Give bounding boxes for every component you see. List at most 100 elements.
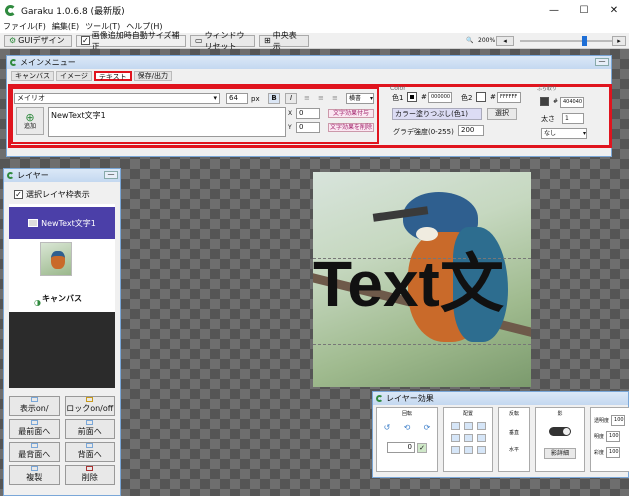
app-logo-icon [5, 4, 16, 16]
canvas-layer-icon: ◑ [34, 298, 41, 307]
align-bottom-right-icon[interactable] [476, 446, 486, 454]
bring-to-front-button[interactable]: 最前面へ [9, 419, 60, 439]
align-left-icon[interactable]: ≡ [304, 94, 310, 102]
flip-vertical-button[interactable]: 垂直 [499, 429, 529, 436]
tab-text[interactable]: テキスト [93, 71, 132, 81]
align-center-icon[interactable]: ≡ [318, 94, 324, 102]
color-section-label: Color [390, 85, 406, 92]
rotate-reset-icon[interactable]: ↺ [384, 423, 391, 432]
show-frame-checkbox[interactable]: ✓ [14, 190, 23, 199]
align-top-left-icon[interactable] [450, 422, 460, 430]
window-titlebar: Garaku 1.0.6.8 (最新版) — ☐ ✕ [0, 0, 629, 20]
gradient-strength-input[interactable]: 200 [458, 125, 484, 136]
add-icon: ⊕ [25, 110, 35, 124]
apply-rotate-button[interactable]: ✓ [417, 442, 427, 453]
color1-label: 色1 [392, 94, 404, 102]
fill-mode-field[interactable]: カラー塗りつぶし(色1) [392, 108, 482, 120]
opacity-input[interactable]: 100 [611, 415, 626, 426]
maximize-button[interactable]: ☐ [569, 0, 599, 20]
y-position-input[interactable]: 0 [296, 122, 320, 133]
rotate-angle-input[interactable]: 0 [387, 442, 415, 453]
tab-save-export[interactable]: 保存/出力 [133, 71, 173, 81]
thickness-input[interactable]: 1 [562, 113, 584, 124]
hash-icon: # [421, 93, 427, 101]
add-text-effect-button[interactable]: 文字効果付与 [328, 109, 374, 118]
minimize-button[interactable]: — [539, 0, 569, 20]
center-icon: ⊞ [264, 36, 271, 45]
align-top-icon[interactable] [463, 422, 473, 430]
send-backward-button[interactable]: 背面へ [64, 442, 115, 462]
center-view-button[interactable]: ⊞ 中央表示 [259, 31, 309, 51]
menu-file[interactable]: ファイル(F) [3, 21, 46, 32]
shadow-detail-button[interactable]: 影詳細 [544, 448, 576, 459]
canvas-image[interactable]: Text文 [313, 172, 531, 387]
shadow-toggle[interactable] [549, 427, 571, 436]
layer-effect-titlebar[interactable]: レイヤー効果 [373, 392, 628, 405]
minimize-panel-button[interactable]: — [595, 58, 609, 66]
show-frame-toggle[interactable]: ✓ 選択レイヤ枠表示 [4, 182, 120, 202]
app-logo-icon [376, 395, 383, 402]
italic-button[interactable]: I [285, 93, 297, 104]
align-top-right-icon[interactable] [476, 422, 486, 430]
font-select[interactable]: メイリオ ▾ [14, 93, 220, 104]
color1-hex-input[interactable]: 000000 [428, 92, 452, 103]
auto-resize-checkbox[interactable]: ✓ [81, 36, 90, 45]
chevron-down-icon: ▾ [213, 94, 217, 102]
font-size-unit: px [251, 95, 260, 103]
eye-icon [30, 397, 38, 402]
bring-forward-button[interactable]: 前面へ [64, 419, 115, 439]
writing-direction-select[interactable]: 横書 ▾ [346, 93, 374, 104]
opacity-label: 透明度 [594, 418, 610, 424]
auto-resize-toggle[interactable]: ✓ 画像追加時自動サイズ補正 [76, 31, 186, 51]
bird-throat-shape [416, 227, 438, 241]
x-position-input[interactable]: 0 [296, 108, 320, 119]
toggle-visibility-button[interactable]: 表示on/ [9, 396, 60, 416]
color2-hex-input[interactable]: FFFFFF [497, 92, 521, 103]
layer-item-text[interactable]: NewText文字1 [9, 207, 115, 239]
add-text-button[interactable]: ⊕ 追加 [16, 107, 44, 135]
remove-text-effect-button[interactable]: 文字効果を削除 [328, 123, 374, 132]
close-button[interactable]: ✕ [599, 0, 629, 20]
zoom-slider-thumb[interactable] [582, 36, 588, 46]
duplicate-button[interactable]: 複製 [9, 465, 60, 485]
canvas-text-layer[interactable]: Text文 [313, 244, 531, 324]
toggle-lock-button[interactable]: ロックon/off [64, 396, 115, 416]
color2-swatch[interactable] [476, 92, 486, 102]
thickness-label: 太さ [541, 115, 555, 123]
outline-color-swatch[interactable] [540, 97, 549, 106]
gui-design-button[interactable]: ⚙ GUIデザイン [4, 34, 72, 47]
fill-select-button[interactable]: 選択 [487, 108, 517, 120]
zoom-in-button[interactable]: ▸ [612, 36, 626, 46]
align-bottom-left-icon[interactable] [450, 446, 460, 454]
zoom-slider-track[interactable] [520, 40, 612, 42]
rotate-right-icon[interactable]: ⟳ [424, 423, 431, 432]
brightness-input[interactable]: 100 [606, 431, 621, 442]
align-right-icon[interactable] [476, 434, 486, 442]
rotate-left-icon[interactable]: ⟲ [404, 423, 411, 432]
window-title: Garaku 1.0.6.8 (最新版) [21, 6, 125, 17]
outline-hex-input[interactable]: 404040 [560, 97, 584, 108]
align-left-icon[interactable] [450, 434, 460, 442]
text-content-input[interactable]: NewText文字1 [48, 107, 286, 137]
window-reset-button[interactable]: ▭ ウィンドウリセット [190, 31, 255, 51]
flip-horizontal-button[interactable]: 水平 [499, 446, 529, 453]
layer-item-canvas[interactable]: キャンバス [9, 288, 115, 308]
tab-canvas[interactable]: キャンバス [11, 71, 54, 81]
send-to-back-button[interactable]: 最背面へ [9, 442, 60, 462]
tab-image[interactable]: イメージ [56, 71, 92, 81]
bold-button[interactable]: B [268, 93, 280, 104]
align-center-icon[interactable] [463, 434, 473, 442]
zoom-out-button[interactable]: ◂ [496, 36, 514, 46]
delete-button[interactable]: 削除 [64, 465, 115, 485]
layer-panel-titlebar[interactable]: レイヤー — [4, 169, 120, 182]
main-menu-titlebar[interactable]: メインメニュー — [7, 56, 611, 69]
minimize-panel-button[interactable]: — [104, 171, 118, 179]
saturation-input[interactable]: 100 [606, 447, 621, 458]
align-right-icon[interactable]: ≡ [332, 94, 338, 102]
layer-item-image[interactable] [40, 242, 72, 276]
color1-swatch[interactable] [407, 92, 417, 102]
align-bottom-icon[interactable] [463, 446, 473, 454]
outline-mode-select[interactable]: なし ▾ [541, 128, 587, 139]
font-size-input[interactable]: 64 [226, 93, 248, 104]
menu-edit[interactable]: 編集(E) [52, 21, 79, 32]
